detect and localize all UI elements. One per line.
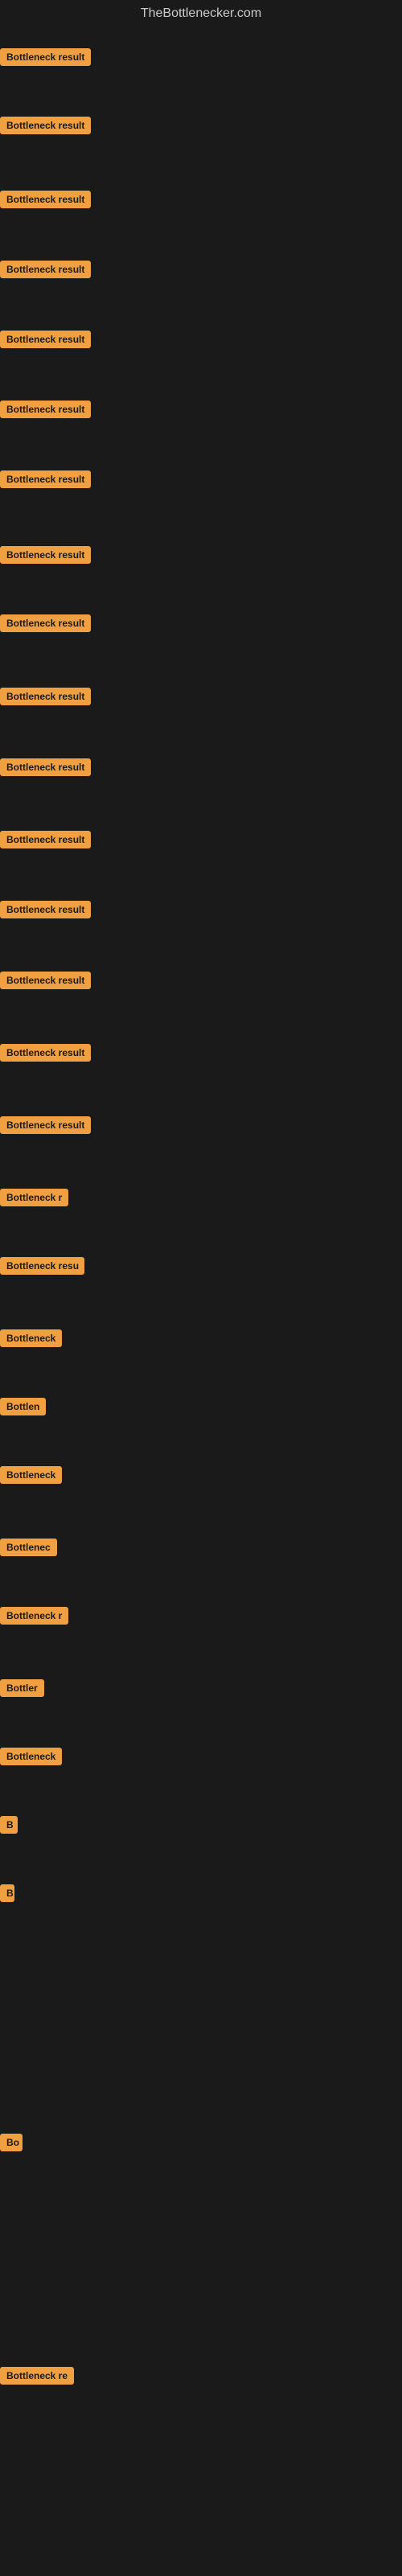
bottleneck-badge: Bottlen [0, 1398, 46, 1415]
bottleneck-item: Bottleneck r [0, 1607, 68, 1629]
bottleneck-badge: Bottleneck result [0, 191, 91, 208]
bottleneck-item: Bottler [0, 1679, 44, 1701]
bottleneck-badge: Bottleneck result [0, 972, 91, 989]
bottleneck-item: Bottleneck result [0, 331, 91, 352]
bottleneck-badge: Bottleneck result [0, 261, 91, 278]
bottleneck-item: Bottleneck result [0, 261, 91, 282]
bottleneck-badge: Bottleneck [0, 1748, 62, 1765]
bottleneck-badge: Bo [0, 2134, 23, 2151]
bottleneck-badge: Bottleneck result [0, 688, 91, 705]
bottleneck-badge: Bottleneck result [0, 614, 91, 632]
bottleneck-item: Bottleneck result [0, 117, 91, 138]
site-title: TheBottlenecker.com [0, 0, 402, 31]
bottleneck-item: Bottleneck result [0, 688, 91, 709]
bottleneck-badge: Bottleneck result [0, 758, 91, 776]
bottleneck-item: Bottleneck resu [0, 1257, 84, 1279]
bottleneck-badge: Bottleneck result [0, 401, 91, 418]
bottleneck-item: Bottleneck result [0, 972, 91, 993]
bottleneck-badge: Bottleneck result [0, 831, 91, 848]
bottleneck-badge: Bottleneck r [0, 1189, 68, 1206]
bottleneck-item: Bo [0, 2134, 23, 2155]
bottleneck-item: Bottleneck result [0, 1116, 91, 1138]
bottleneck-badge: Bottleneck result [0, 48, 91, 66]
bottleneck-badge: Bottleneck result [0, 470, 91, 488]
bottleneck-item: Bottleneck result [0, 191, 91, 212]
bottleneck-item: Bottleneck result [0, 1044, 91, 1066]
bottleneck-badge: Bottleneck result [0, 546, 91, 564]
bottleneck-badge: B [0, 1884, 14, 1902]
bottleneck-item: Bottleneck result [0, 831, 91, 853]
bottleneck-badge: B [0, 1816, 18, 1834]
bottleneck-item: Bottleneck result [0, 758, 91, 780]
bottleneck-item: Bottleneck r [0, 1189, 68, 1210]
bottleneck-item: B [0, 1884, 14, 1906]
bottleneck-item: Bottleneck [0, 1466, 62, 1488]
bottleneck-badge: Bottleneck r [0, 1607, 68, 1625]
bottleneck-badge: Bottleneck result [0, 1116, 91, 1134]
bottleneck-item: Bottleneck [0, 1748, 62, 1769]
bottleneck-item: Bottleneck [0, 1329, 62, 1351]
bottleneck-item: Bottlen [0, 1398, 46, 1419]
bottleneck-item: B [0, 1816, 18, 1838]
bottleneck-item: Bottlenec [0, 1539, 57, 1560]
bottleneck-badge: Bottler [0, 1679, 44, 1697]
bottleneck-badge: Bottleneck re [0, 2367, 74, 2385]
bottleneck-badge: Bottleneck [0, 1466, 62, 1484]
bottleneck-item: Bottleneck re [0, 2367, 74, 2389]
bottleneck-item: Bottleneck result [0, 614, 91, 636]
bottleneck-item: Bottleneck result [0, 401, 91, 422]
bottleneck-badge: Bottlenec [0, 1539, 57, 1556]
bottleneck-badge: Bottleneck result [0, 117, 91, 134]
bottleneck-item: Bottleneck result [0, 546, 91, 568]
bottleneck-badge: Bottleneck result [0, 901, 91, 918]
bottleneck-badge: Bottleneck result [0, 331, 91, 348]
bottleneck-item: Bottleneck result [0, 48, 91, 70]
bottleneck-badge: Bottleneck result [0, 1044, 91, 1062]
bottleneck-badge: Bottleneck [0, 1329, 62, 1347]
bottleneck-badge: Bottleneck resu [0, 1257, 84, 1275]
bottleneck-item: Bottleneck result [0, 901, 91, 922]
bottleneck-item: Bottleneck result [0, 470, 91, 492]
